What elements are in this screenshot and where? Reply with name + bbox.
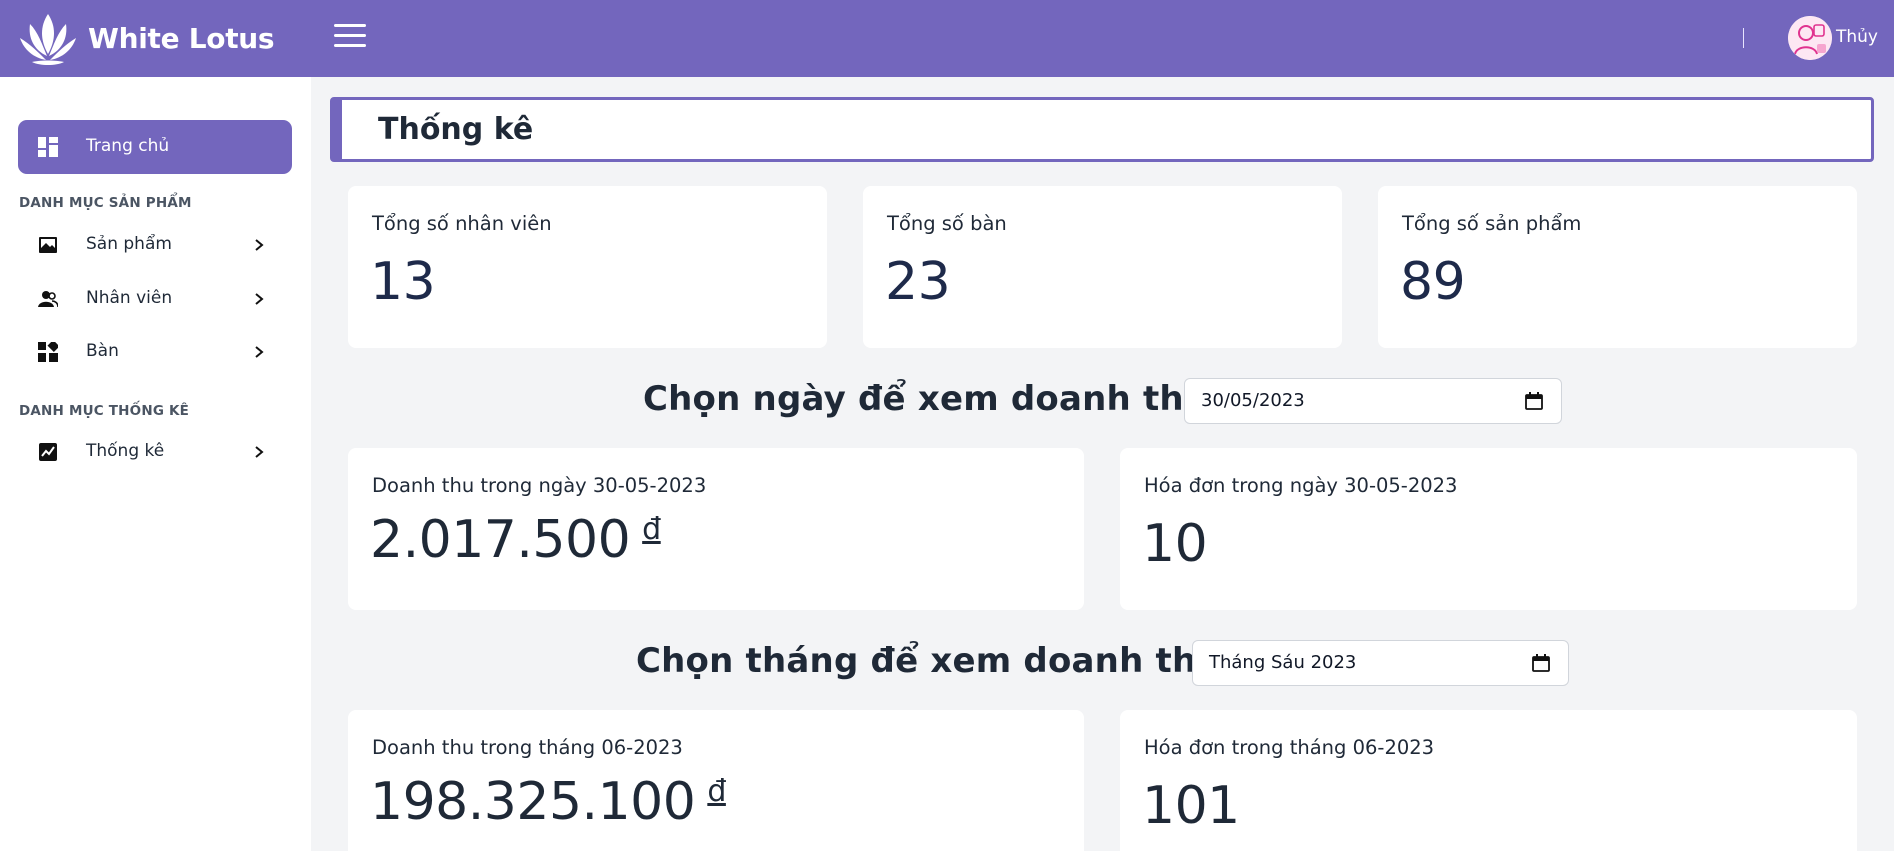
image-icon xyxy=(39,237,57,253)
day-revenue-caption: Doanh thu trong ngày 30-05-2023 xyxy=(372,474,707,497)
sidebar: Trang chủ DANH MỤC SẢN PHẨM Sản phẩm Nhâ… xyxy=(0,77,311,851)
day-revenue-card: Doanh thu trong ngày 30-05-2023 2.017.50… xyxy=(348,448,1084,610)
stat-caption: Tổng số nhân viên xyxy=(372,212,552,235)
month-date-input[interactable]: Tháng Sáu 2023 xyxy=(1192,640,1569,686)
currency-symbol: đ xyxy=(707,774,726,809)
day-date-value: 30/05/2023 xyxy=(1201,390,1305,411)
stat-value: 89 xyxy=(1400,252,1466,312)
avatar[interactable] xyxy=(1788,16,1832,60)
day-revenue-value: 2.017.500 xyxy=(370,510,631,570)
sidebar-item-employees[interactable]: Nhân viên xyxy=(18,277,292,321)
stat-value: 23 xyxy=(885,252,951,312)
section-label-products: DANH MỤC SẢN PHẨM xyxy=(19,195,192,211)
sidebar-item-label: Thống kê xyxy=(86,441,165,461)
month-invoice-card: Hóa đơn trong tháng 06-2023 101 xyxy=(1120,710,1857,851)
month-invoice-value: 101 xyxy=(1142,776,1240,836)
page-title: Thống kê xyxy=(378,112,534,147)
user-name[interactable]: Thủy xyxy=(1836,27,1878,47)
calendar-icon[interactable] xyxy=(1525,392,1543,410)
menu-toggle-icon[interactable] xyxy=(334,24,366,52)
brand-name: White Lotus xyxy=(88,22,275,55)
page-title-card: Thống kê xyxy=(330,97,1874,162)
sidebar-item-label: Trang chủ xyxy=(86,136,170,156)
stat-card-tables: Tổng số bàn 23 xyxy=(863,186,1342,348)
header-divider xyxy=(1743,28,1744,48)
month-picker-label: Chọn tháng để xem doanh thu: xyxy=(636,641,1235,681)
stat-caption: Tổng số bàn xyxy=(887,212,1007,235)
stat-card-employees: Tổng số nhân viên 13 xyxy=(348,186,827,348)
section-label-stats: DANH MỤC THỐNG KÊ xyxy=(19,403,190,419)
sidebar-item-products[interactable]: Sản phẩm xyxy=(18,223,292,267)
chevron-right-icon xyxy=(255,446,264,458)
dashboard-icon xyxy=(38,137,58,157)
month-date-value: Tháng Sáu 2023 xyxy=(1209,652,1357,673)
calendar-icon[interactable] xyxy=(1532,654,1550,672)
sidebar-item-label: Nhân viên xyxy=(86,288,173,308)
sidebar-item-tables[interactable]: Bàn xyxy=(18,330,292,374)
currency-symbol: đ xyxy=(642,512,661,547)
user-avatar-icon xyxy=(1788,16,1832,60)
month-revenue-caption: Doanh thu trong tháng 06-2023 xyxy=(372,736,683,759)
stat-card-products: Tổng số sản phẩm 89 xyxy=(1378,186,1857,348)
chevron-right-icon xyxy=(255,239,264,251)
stat-caption: Tổng số sản phẩm xyxy=(1402,212,1582,235)
brand[interactable]: White Lotus xyxy=(18,10,275,67)
users-icon xyxy=(38,291,58,308)
sidebar-item-label: Bàn xyxy=(86,341,119,361)
grid-icon xyxy=(38,342,58,362)
sidebar-item-label: Sản phẩm xyxy=(86,234,172,254)
month-revenue-value: 198.325.100 xyxy=(370,772,696,832)
day-invoice-caption: Hóa đơn trong ngày 30-05-2023 xyxy=(1144,474,1458,497)
day-date-input[interactable]: 30/05/2023 xyxy=(1184,378,1562,424)
stat-value: 13 xyxy=(370,252,436,312)
day-invoice-card: Hóa đơn trong ngày 30-05-2023 10 xyxy=(1120,448,1857,610)
chart-icon xyxy=(39,443,57,461)
month-revenue-card: Doanh thu trong tháng 06-2023 198.325.10… xyxy=(348,710,1084,851)
chevron-right-icon xyxy=(255,293,264,305)
sidebar-item-statistics[interactable]: Thống kê xyxy=(18,430,292,474)
day-invoice-value: 10 xyxy=(1142,514,1208,574)
day-revenue-value-wrap: 2.017.500 đ xyxy=(370,510,661,570)
sidebar-item-home[interactable]: Trang chủ xyxy=(18,120,292,174)
lotus-logo-icon xyxy=(20,14,76,65)
month-revenue-value-wrap: 198.325.100 đ xyxy=(370,772,726,832)
day-picker-label: Chọn ngày để xem doanh thu: xyxy=(643,379,1223,419)
chevron-right-icon xyxy=(255,346,264,358)
top-navbar: White Lotus Thủy xyxy=(0,0,1894,77)
month-invoice-caption: Hóa đơn trong tháng 06-2023 xyxy=(1144,736,1435,759)
